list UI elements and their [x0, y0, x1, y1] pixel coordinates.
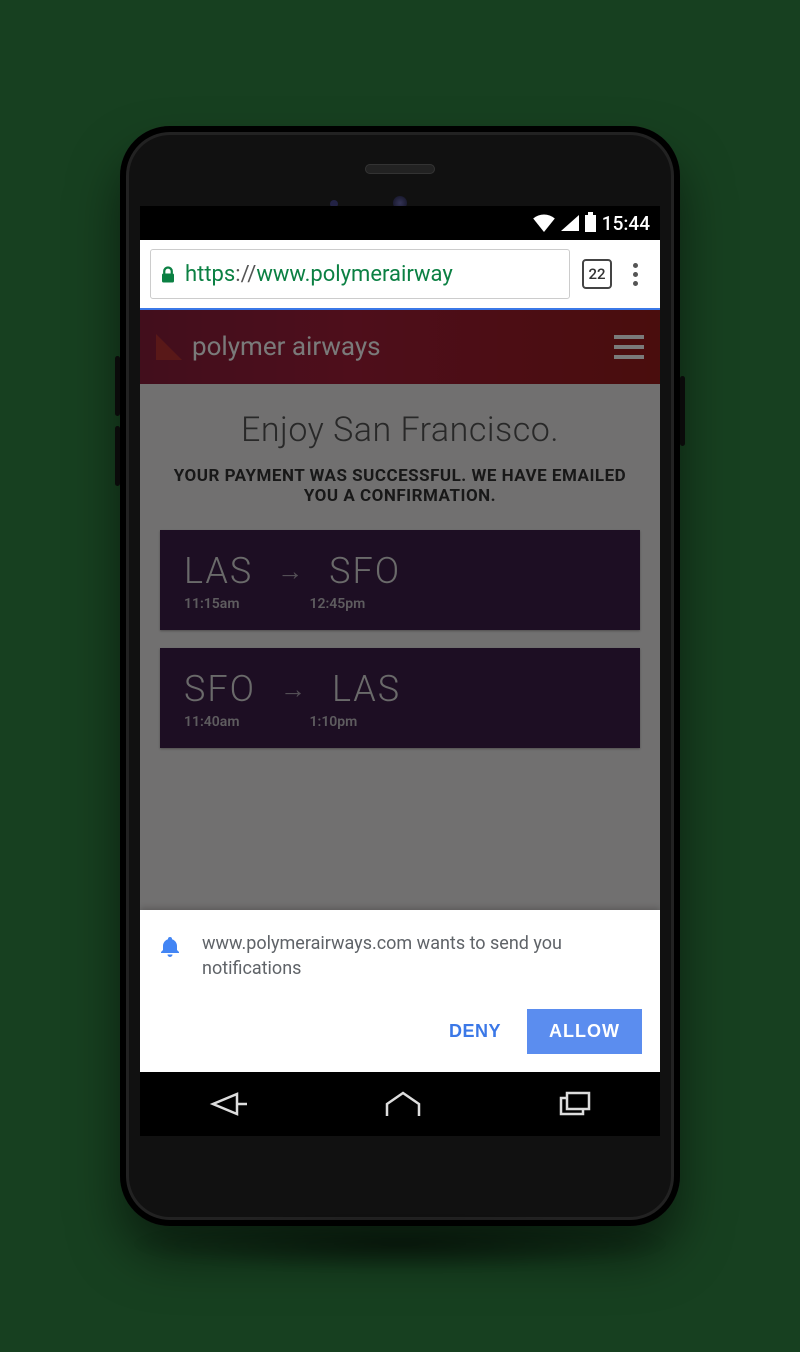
back-button[interactable]: [207, 1090, 249, 1118]
volume-up-button: [115, 356, 120, 416]
prompt-message: www.polymerairways.com wants to send you…: [202, 932, 642, 981]
overflow-menu-button[interactable]: [620, 263, 650, 286]
android-status-bar: 15:44: [140, 206, 660, 240]
browser-omnibar: https://www.polymerairway 22: [140, 240, 660, 310]
android-nav-bar: [140, 1072, 660, 1136]
notification-permission-prompt: www.polymerairways.com wants to send you…: [140, 910, 660, 1072]
url-separator: ://: [235, 262, 256, 287]
status-time: 15:44: [602, 212, 650, 235]
battery-icon: [585, 215, 596, 232]
phone-speaker: [365, 164, 435, 174]
tab-count-button[interactable]: 22: [582, 259, 612, 289]
home-button[interactable]: [383, 1090, 423, 1118]
wifi-icon: [533, 214, 555, 232]
web-page: polymer airways Enjoy San Francisco. YOU…: [140, 310, 660, 1072]
phone-shadow: [130, 1216, 670, 1272]
url-host: www.polymerairway: [256, 262, 452, 287]
recents-button[interactable]: [557, 1090, 593, 1118]
volume-down-button: [115, 426, 120, 486]
bell-icon: [158, 934, 182, 964]
power-button: [680, 376, 685, 446]
cell-signal-icon: [561, 215, 579, 231]
phone-frame: 15:44 https://www.polymerairway 22 polym…: [120, 126, 680, 1226]
screen: 15:44 https://www.polymerairway 22 polym…: [140, 206, 660, 1136]
tab-count-value: 22: [588, 265, 605, 283]
lock-icon: [159, 265, 177, 283]
url-scheme: https: [185, 262, 235, 287]
allow-button[interactable]: ALLOW: [527, 1009, 642, 1054]
url-box[interactable]: https://www.polymerairway: [150, 249, 570, 299]
deny-button[interactable]: DENY: [441, 1011, 509, 1052]
